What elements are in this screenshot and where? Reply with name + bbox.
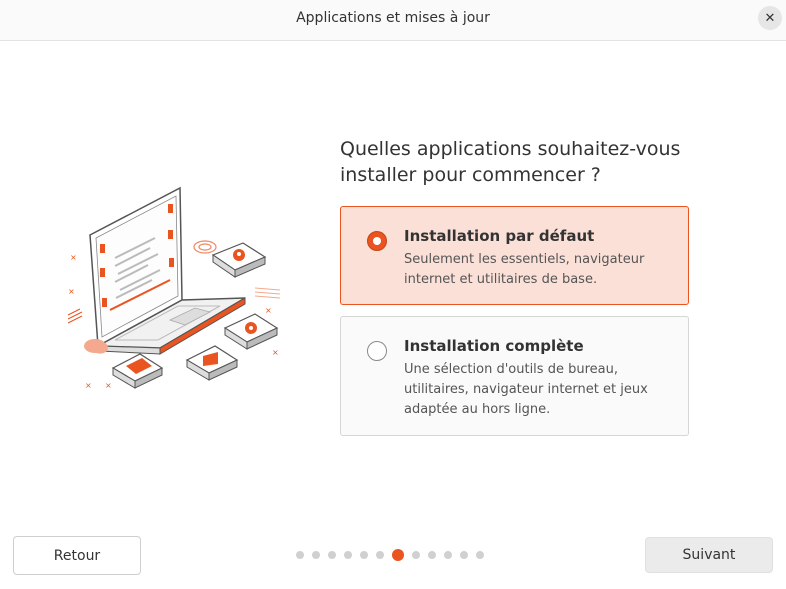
step-dot xyxy=(428,551,436,559)
step-dot xyxy=(460,551,468,559)
option-title: Installation par défaut xyxy=(404,227,595,245)
svg-text:×: × xyxy=(85,381,92,390)
step-dot xyxy=(444,551,452,559)
option-default-install[interactable]: Installation par défaut Seulement les es… xyxy=(340,206,689,305)
location-app-icon xyxy=(211,242,267,278)
game-app-icon xyxy=(111,353,164,389)
target-icon xyxy=(193,240,217,254)
option-description: Une sélection d'outils de bureau, utilit… xyxy=(404,362,648,417)
step-dot xyxy=(344,551,352,559)
step-indicator xyxy=(296,548,484,562)
close-icon: ✕ xyxy=(764,10,776,26)
step-dot xyxy=(412,551,420,559)
step-dot xyxy=(360,551,368,559)
radio-default-install[interactable] xyxy=(367,231,387,251)
option-description: Seulement les essentiels, navigateur int… xyxy=(404,252,645,287)
option-full-install[interactable]: Installation complète Une sélection d'ou… xyxy=(340,316,689,436)
window-title: Applications et mises à jour xyxy=(296,10,490,26)
radio-full-install[interactable] xyxy=(367,341,387,361)
svg-text:×: × xyxy=(105,381,112,390)
step-dot-active xyxy=(392,549,404,561)
close-button[interactable]: ✕ xyxy=(758,6,782,30)
step-dot xyxy=(328,551,336,559)
next-button[interactable]: Suivant xyxy=(645,537,773,573)
svg-text:×: × xyxy=(272,348,279,357)
title-bar: Applications et mises à jour ✕ xyxy=(0,0,786,41)
step-dot xyxy=(312,551,320,559)
step-dot xyxy=(476,551,484,559)
page-question: Quelles applications souhaitez-vous inst… xyxy=(340,138,681,186)
back-button[interactable]: Retour xyxy=(13,536,141,575)
svg-text:×: × xyxy=(265,306,272,315)
svg-text:×: × xyxy=(70,253,77,262)
step-dot xyxy=(376,551,384,559)
media-app-icon xyxy=(223,313,279,350)
laptop-apps-illustration: × × × × × × xyxy=(67,186,281,390)
option-title: Installation complète xyxy=(404,337,584,355)
step-dot xyxy=(296,551,304,559)
photo-app-icon xyxy=(185,345,239,381)
svg-text:×: × xyxy=(68,287,75,296)
